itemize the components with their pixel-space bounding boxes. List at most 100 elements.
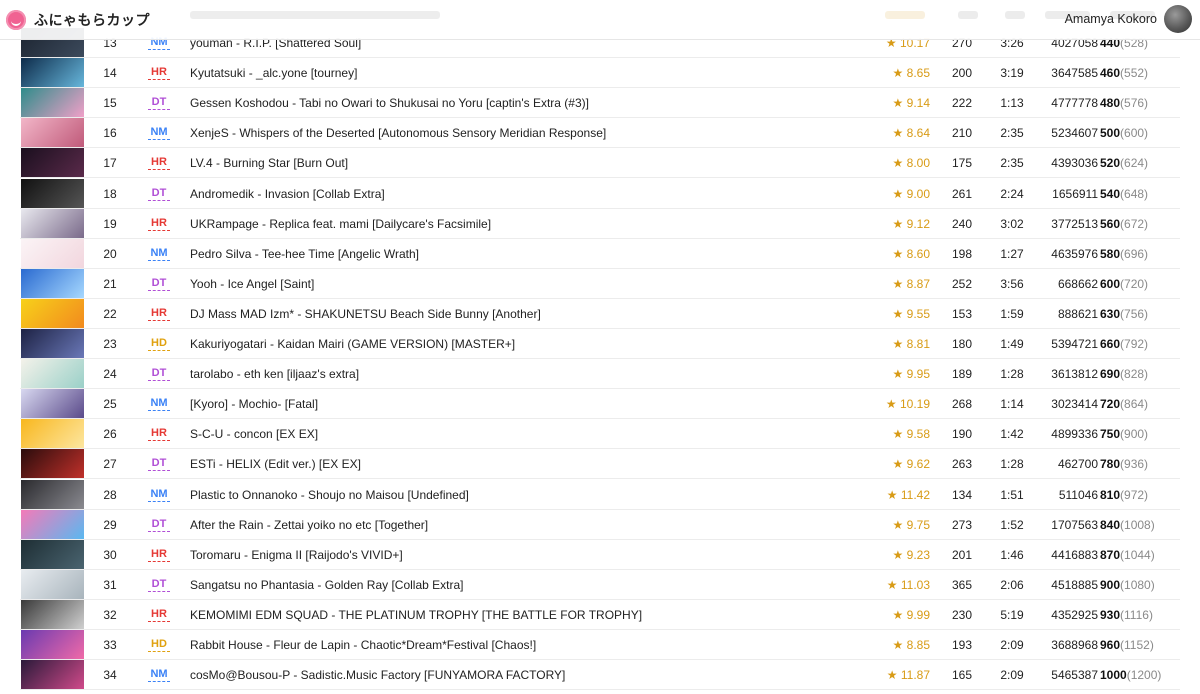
beatmap-title[interactable]: Sangatsu no Phantasia - Golden Ray [Coll… [190, 570, 464, 600]
max-combo: 252 [951, 276, 973, 291]
beatmap-title[interactable]: Plastic to Onnanoko - Shoujo no Maisou [… [190, 480, 469, 510]
user-menu[interactable]: Amamya Kokoro [1065, 5, 1192, 33]
table-row[interactable]: 28 NM Plastic to Onnanoko - Shoujo no Mais… [20, 479, 1180, 510]
points-cell: 660(792) [1100, 329, 1178, 359]
map-length: 2:09 [1000, 638, 1024, 652]
beatmap-title[interactable]: After the Rain - Zettai yoiko no etc [To… [190, 510, 428, 540]
table-row[interactable]: 24 DT tarolabo - eth ken [iljaaz's extra] ★… [20, 359, 1180, 390]
rank-cell: 21 [103, 276, 117, 291]
brand[interactable]: ふにゃもらカップ [6, 9, 150, 30]
avatar[interactable] [1164, 5, 1192, 33]
map-length: 1:49 [1000, 337, 1024, 351]
points-value: 930 [1100, 607, 1121, 622]
beatmap-thumbnail[interactable] [21, 329, 84, 358]
beatmap-title[interactable]: XenjeS - Whispers of the Deserted [Auton… [190, 118, 606, 148]
score-cell: 1656911 [1052, 186, 1098, 201]
star-rating: ★ 8.64 [892, 126, 930, 141]
max-combo: 230 [951, 607, 973, 622]
table-row[interactable]: 14 HR Kyutatsuki - _alc.yone [tourney] ★ 8.… [20, 58, 1180, 89]
rank-cell: 26 [103, 427, 117, 442]
beatmap-title[interactable]: Toromaru - Enigma II [Raijodo's VIVID+] [190, 540, 403, 570]
beatmap-title[interactable]: KEMOMIMI EDM SQUAD - THE PLATINUM TROPHY… [190, 600, 642, 630]
table-row[interactable]: 18 DT Andromedik - Invasion [Collab Extra]… [20, 178, 1180, 209]
beatmap-title[interactable]: LV.4 - Burning Star [Burn Out] [190, 148, 348, 178]
beatmap-thumbnail[interactable] [21, 178, 84, 208]
star-rating: ★ 8.65 [892, 66, 930, 81]
points-value: 840 [1100, 517, 1121, 532]
weighted-points: (864) [1120, 397, 1149, 412]
beatmap-thumbnail[interactable] [21, 148, 84, 178]
star-rating: ★ 9.95 [892, 367, 930, 382]
table-row[interactable]: 15 DT Gessen Koshodou - Tabi no Owari to S… [20, 88, 1180, 119]
beatmap-title[interactable]: Yooh - Ice Angel [Saint] [190, 269, 314, 299]
beatmap-thumbnail[interactable] [21, 630, 84, 659]
beatmap-title[interactable]: cosMo@Bousou-P - Sadistic.Music Factory … [190, 660, 565, 690]
beatmap-thumbnail[interactable] [21, 389, 84, 419]
table-row[interactable]: 17 HR LV.4 - Burning Star [Burn Out] ★ 8.00… [20, 148, 1180, 179]
beatmap-thumbnail[interactable] [21, 208, 84, 238]
mod-badge: HD [148, 337, 170, 351]
mod-badge: HR [148, 66, 170, 81]
table-row[interactable]: 32 HR KEMOMIMI EDM SQUAD - THE PLATINUM TR… [20, 599, 1180, 630]
mod-badge: DT [148, 578, 170, 592]
weighted-points: (1152) [1120, 638, 1154, 652]
beatmap-title[interactable]: Kyutatsuki - _alc.yone [tourney] [190, 58, 357, 88]
beatmap-thumbnail[interactable] [21, 449, 84, 479]
beatmap-thumbnail[interactable] [21, 660, 84, 690]
score-cell: 1707563 [1051, 517, 1098, 532]
table-row[interactable]: 16 NM XenjeS - Whispers of the Deserted [A… [20, 118, 1180, 149]
points-cell: 480(576) [1100, 88, 1178, 118]
mod-badge: HD [148, 638, 170, 652]
beatmap-title[interactable]: UKRampage - Replica feat. mami [Dailycar… [190, 209, 491, 239]
points-value: 1000 [1100, 668, 1127, 683]
beatmap-thumbnail[interactable] [21, 88, 84, 118]
score-cell: 511046 [1058, 487, 1098, 502]
table-row[interactable]: 29 DT After the Rain - Zettai yoiko no etc… [20, 509, 1180, 540]
beatmap-title[interactable]: Gessen Koshodou - Tabi no Owari to Shuku… [190, 88, 589, 118]
table-row[interactable]: 31 DT Sangatsu no Phantasia - Golden Ray [… [20, 569, 1180, 600]
beatmap-thumbnail[interactable] [21, 599, 84, 629]
table-row[interactable]: 19 HR UKRampage - Replica feat. mami [Dail… [20, 208, 1180, 239]
table-row[interactable]: 25 NM [Kyoro] - Mochio- [Fatal] ★ 10.19 268 1… [20, 389, 1180, 420]
mod-badge: NM [148, 397, 170, 412]
beatmap-title[interactable]: Kakuriyogatari - Kaidan Mairi (GAME VERS… [190, 329, 515, 359]
rank-cell: 28 [103, 487, 117, 502]
beatmap-thumbnail[interactable] [21, 539, 84, 569]
beatmap-thumbnail[interactable] [21, 479, 84, 509]
table-row[interactable]: 27 DT ESTi - HELIX (Edit ver.) [EX EX] ★ 9.… [20, 449, 1180, 480]
beatmap-thumbnail[interactable] [21, 569, 84, 599]
rank-cell: 25 [103, 397, 117, 412]
beatmap-title[interactable]: S-C-U - concon [EX EX] [190, 419, 318, 449]
beatmap-thumbnail[interactable] [21, 58, 84, 88]
beatmap-title[interactable]: DJ Mass MAD Izm* - SHAKUNETSU Beach Side… [190, 299, 541, 329]
beatmap-title[interactable]: [Kyoro] - Mochio- [Fatal] [190, 389, 318, 419]
table-row[interactable]: 30 HR Toromaru - Enigma II [Raijodo's VIVI… [20, 539, 1180, 570]
rank-cell: 34 [103, 668, 117, 683]
beatmap-title[interactable]: ESTi - HELIX (Edit ver.) [EX EX] [190, 449, 361, 479]
beatmap-title[interactable]: Pedro Silva - Tee-hee Time [Angelic Wrat… [190, 239, 419, 269]
table-row[interactable]: 20 NM Pedro Silva - Tee-hee Time [Angelic … [20, 238, 1180, 269]
table-row[interactable]: 33 HD Rabbit House - Fleur de Lapin - Chao… [20, 630, 1180, 660]
beatmap-title[interactable]: Rabbit House - Fleur de Lapin - Chaotic*… [190, 630, 536, 660]
table-row[interactable]: 21 DT Yooh - Ice Angel [Saint] ★ 8.87 252 3:5… [20, 268, 1180, 299]
beatmap-thumbnail[interactable] [21, 419, 84, 449]
map-length: 1:52 [1000, 517, 1024, 532]
star-rating: ★ 11.03 [886, 577, 930, 592]
table-row[interactable]: 26 HR S-C-U - concon [EX EX] ★ 9.58 190 1:42 4… [20, 419, 1180, 450]
beatmap-thumbnail[interactable] [21, 359, 84, 389]
beatmap-title[interactable]: Andromedik - Invasion [Collab Extra] [190, 179, 385, 209]
beatmap-thumbnail[interactable] [21, 268, 84, 298]
rank-cell: 14 [103, 66, 117, 81]
beatmap-thumbnail[interactable] [21, 298, 84, 328]
scrolled-row-ghost [150, 7, 1190, 25]
beatmap-thumbnail[interactable] [21, 118, 84, 148]
beatmap-thumbnail[interactable] [21, 238, 84, 268]
table-row[interactable]: 22 HR DJ Mass MAD Izm* - SHAKUNETSU Beach … [20, 298, 1180, 329]
table-row[interactable]: 34 NM cosMo@Bousou-P - Sadistic.Music Fact… [20, 660, 1180, 691]
weighted-points: (648) [1120, 186, 1149, 201]
beatmap-title[interactable]: tarolabo - eth ken [iljaaz's extra] [190, 359, 359, 389]
beatmap-thumbnail[interactable] [21, 509, 84, 539]
table-row[interactable]: 23 HD Kakuriyogatari - Kaidan Mairi (GAME … [20, 329, 1180, 359]
score-cell: 3647585 [1051, 66, 1098, 81]
map-length: 5:19 [1000, 607, 1024, 622]
